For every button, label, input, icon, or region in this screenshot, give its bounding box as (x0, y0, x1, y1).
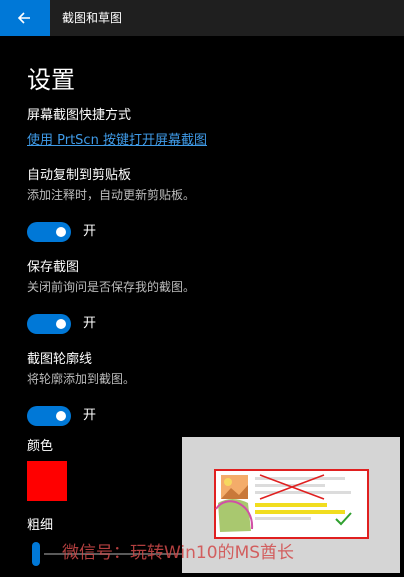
auto-copy-toggle-state: 开 (83, 224, 97, 239)
color-title: 颜色 (27, 439, 54, 454)
color-swatch[interactable] (27, 461, 67, 501)
outline-toggle-state: 开 (83, 408, 97, 423)
outline-toggle[interactable] (27, 406, 71, 426)
app-title: 截图和草图 (62, 11, 123, 25)
title-bar: 截图和草图 (0, 0, 404, 36)
auto-copy-description: 添加注释时，自动更新剪贴板。 (27, 188, 196, 202)
toggle-knob (56, 411, 66, 421)
prtscn-shortcut-link[interactable]: 使用 PrtScn 按键打开屏幕截图 (27, 132, 207, 150)
save-snip-title: 保存截图 (27, 260, 80, 275)
snip-outline-illustration (214, 469, 369, 539)
page-title: 设置 (27, 66, 75, 94)
arrow-left-icon (17, 12, 30, 24)
outline-title: 截图轮廓线 (27, 352, 93, 367)
toggle-knob (56, 319, 66, 329)
thickness-slider-thumb[interactable] (32, 542, 40, 566)
back-button[interactable] (0, 0, 50, 36)
shortcut-title: 屏幕截图快捷方式 (27, 108, 132, 123)
save-snip-description: 关闭前询问是否保存我的截图。 (27, 280, 196, 294)
outline-description: 将轮廓添加到截图。 (27, 372, 136, 386)
toggle-knob (56, 227, 66, 237)
watermark-text: 微信号：玩转Win10的MS酋长 (62, 543, 295, 563)
save-snip-toggle[interactable] (27, 314, 71, 334)
thickness-title: 粗细 (27, 518, 54, 533)
auto-copy-title: 自动复制到剪贴板 (27, 168, 132, 183)
auto-copy-toggle[interactable] (27, 222, 71, 242)
save-snip-toggle-state: 开 (83, 316, 97, 331)
